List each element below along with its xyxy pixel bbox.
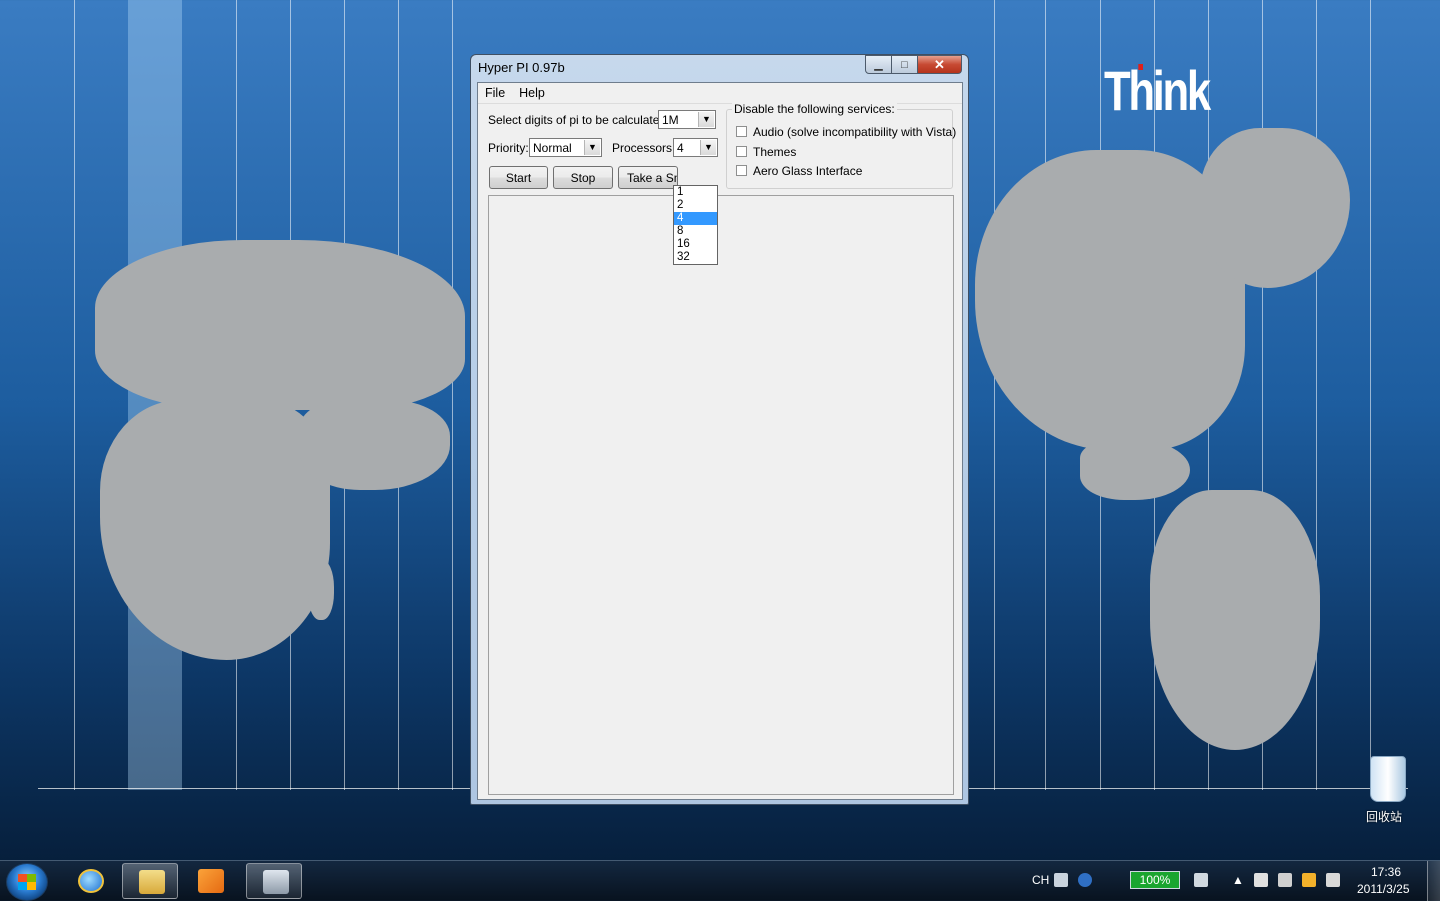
close-button[interactable]: ✕ — [918, 55, 962, 74]
close-icon: ✕ — [934, 56, 945, 72]
flag-icon[interactable] — [1302, 873, 1316, 887]
taskbar-app-hyper-pi[interactable] — [246, 863, 302, 899]
brand-logo: Think — [1104, 59, 1211, 122]
processors-option-selected[interactable]: 4 — [674, 212, 717, 225]
help-icon[interactable] — [1078, 873, 1092, 887]
taskbar-app-file-explorer[interactable] — [122, 863, 178, 899]
landmass-madagascar — [308, 560, 334, 620]
landmass-south-america — [1150, 490, 1320, 750]
window-title: Hyper PI 0.97b — [478, 60, 565, 75]
output-panel — [488, 195, 954, 795]
landmass-eurasia — [95, 240, 465, 410]
aero-label: Aero Glass Interface — [753, 164, 863, 178]
language-indicator[interactable]: CH — [1032, 873, 1049, 887]
folder-icon — [139, 870, 165, 894]
taskbar-app-internet-explorer[interactable] — [62, 863, 118, 899]
chevron-down-icon: ▼ — [584, 140, 600, 155]
priority-value: Normal — [533, 141, 572, 155]
audio-label: Audio (solve incompatibility with Vista) — [753, 125, 957, 139]
minimize-button[interactable]: ▁ — [865, 55, 892, 74]
services-title: Disable the following services: — [732, 102, 897, 116]
maximize-button[interactable]: □ — [892, 55, 918, 74]
show-hidden-icons-icon[interactable]: ▲ — [1232, 873, 1244, 887]
taskbar: CH 100% ▲ 17:36 2011/3/25 — [0, 860, 1440, 901]
chevron-down-icon: ▼ — [698, 112, 714, 127]
processors-option[interactable]: 2 — [674, 199, 717, 212]
timezone-line — [994, 0, 995, 790]
device-icon[interactable] — [1254, 873, 1268, 887]
timezone-line — [452, 0, 453, 790]
themes-checkbox[interactable] — [736, 146, 747, 157]
start-button[interactable]: Start — [489, 166, 548, 189]
battery-indicator[interactable]: 100% — [1130, 871, 1180, 889]
recycle-bin-icon — [1370, 756, 1406, 802]
maximize-icon: □ — [901, 58, 908, 71]
themes-label: Themes — [753, 145, 797, 159]
processors-option[interactable]: 1 — [674, 186, 717, 199]
processors-option[interactable]: 32 — [674, 251, 717, 264]
priority-select[interactable]: Normal ▼ — [529, 138, 602, 157]
aero-checkbox[interactable] — [736, 165, 747, 176]
timezone-line — [74, 0, 75, 790]
landmass-arabia — [300, 400, 450, 490]
processors-dropdown-list: 1 2 4 8 16 32 — [673, 185, 718, 265]
caption-buttons: ▁ □ ✕ — [865, 55, 962, 74]
processors-option[interactable]: 16 — [674, 238, 717, 251]
audio-checkbox[interactable] — [736, 126, 747, 137]
stop-button[interactable]: Stop — [553, 166, 613, 189]
internet-explorer-icon — [78, 869, 104, 893]
minimize-icon: ▁ — [874, 59, 883, 71]
show-desktop-button[interactable] — [1427, 861, 1440, 901]
clock-date[interactable]: 2011/3/25 — [1357, 882, 1410, 896]
priority-label: Priority: — [488, 141, 529, 155]
clock-time[interactable]: 17:36 — [1371, 865, 1401, 879]
recycle-bin-label: 回收站 — [1366, 810, 1403, 824]
timezone-line — [1316, 0, 1317, 790]
processors-select[interactable]: 4 ▼ — [673, 138, 718, 157]
menu-file[interactable]: File — [478, 83, 512, 103]
network-disconnected-icon[interactable] — [1326, 873, 1340, 887]
menu-help[interactable]: Help — [512, 83, 552, 103]
landmass-central-america — [1080, 440, 1190, 500]
digits-select[interactable]: 1M ▼ — [658, 110, 716, 129]
timezone-line — [1370, 0, 1371, 790]
processors-option[interactable]: 8 — [674, 225, 717, 238]
digits-label: Select digits of pi to be calculated: — [488, 113, 670, 127]
chevron-down-icon: ▼ — [700, 140, 716, 155]
window-client: File Help Select digits of pi to be calc… — [477, 82, 963, 800]
windows-logo-icon-lower — [18, 882, 36, 890]
power-plug-icon[interactable] — [1194, 873, 1208, 887]
hyperpi-window: Hyper PI 0.97b ▁ □ ✕ File Help Select di… — [470, 54, 969, 805]
media-player-icon — [198, 869, 224, 893]
taskbar-app-media-player[interactable] — [182, 863, 238, 899]
landmass-greenland — [1200, 128, 1350, 288]
recycle-bin[interactable]: 回收站 — [1366, 756, 1410, 824]
services-group: Disable the following services: Audio (s… — [726, 102, 957, 189]
volume-muted-icon[interactable] — [1278, 873, 1292, 887]
digits-value: 1M — [662, 113, 679, 127]
start-button[interactable] — [6, 863, 48, 901]
processors-label: Processors: — [612, 141, 676, 155]
brand-dot — [1138, 64, 1143, 70]
menu-bar: File Help — [478, 83, 962, 104]
keyboard-icon[interactable] — [1054, 873, 1068, 887]
processors-value: 4 — [677, 141, 684, 155]
computer-icon — [263, 870, 289, 894]
snapshot-button[interactable]: Take a Sn — [618, 166, 678, 189]
